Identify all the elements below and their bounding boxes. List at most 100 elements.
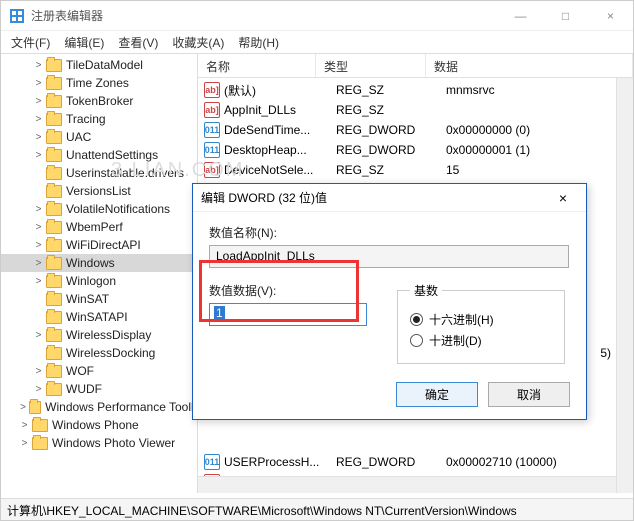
- tree-label: UAC: [66, 130, 91, 144]
- tree-item[interactable]: WinSATAPI: [1, 308, 197, 326]
- expand-icon[interactable]: >: [33, 258, 44, 269]
- tree-item[interactable]: >WOF: [1, 362, 197, 380]
- tree-item[interactable]: >WiFiDirectAPI: [1, 236, 197, 254]
- col-data[interactable]: 数据: [426, 54, 633, 77]
- maximize-button[interactable]: □: [543, 1, 588, 31]
- expand-icon[interactable]: >: [33, 276, 44, 287]
- tree-item[interactable]: >Windows Photo Viewer: [1, 434, 197, 452]
- expand-icon[interactable]: >: [33, 78, 44, 89]
- value-name: DeviceNotSele...: [224, 163, 336, 177]
- list-row[interactable]: ab]AppInit_DLLsREG_SZ: [198, 100, 633, 120]
- value-type-icon: 011: [204, 122, 220, 138]
- value-data-input[interactable]: 1: [209, 303, 367, 326]
- value-type-icon: 011: [204, 454, 220, 470]
- tree-item[interactable]: >UnattendSettings: [1, 146, 197, 164]
- expand-icon[interactable]: >: [33, 132, 44, 143]
- tree-label: Userinstallable.drivers: [66, 166, 184, 180]
- tree-item[interactable]: >WUDF: [1, 380, 197, 398]
- expand-icon[interactable]: [33, 186, 44, 197]
- edit-dword-dialog: 编辑 DWORD (32 位)值 × 数值名称(N): LoadAppInit_…: [192, 183, 587, 420]
- tree-item[interactable]: >Windows Phone: [1, 416, 197, 434]
- tree-item[interactable]: >Tracing: [1, 110, 197, 128]
- expand-icon[interactable]: >: [33, 384, 44, 395]
- menu-file[interactable]: 文件(F): [5, 32, 56, 53]
- tree-item[interactable]: > UAC: [1, 128, 197, 146]
- expand-icon[interactable]: >: [33, 366, 44, 377]
- expand-icon[interactable]: [33, 312, 44, 323]
- tree-item[interactable]: VersionsList: [1, 182, 197, 200]
- value-type-icon: ab]: [204, 82, 220, 98]
- tree-item[interactable]: >TokenBroker: [1, 92, 197, 110]
- expand-icon[interactable]: [33, 168, 44, 179]
- tree-item[interactable]: WinSAT: [1, 290, 197, 308]
- value-name-field[interactable]: LoadAppInit_DLLs: [209, 245, 569, 268]
- folder-icon: [46, 77, 62, 90]
- base-legend: 基数: [410, 282, 442, 299]
- ok-button[interactable]: 确定: [396, 382, 478, 407]
- expand-icon[interactable]: >: [33, 150, 44, 161]
- cancel-button[interactable]: 取消: [488, 382, 570, 407]
- expand-icon[interactable]: >: [33, 240, 44, 251]
- expand-icon[interactable]: >: [33, 204, 44, 215]
- folder-icon: [32, 437, 48, 450]
- tree-item[interactable]: >Windows: [1, 254, 197, 272]
- tree-item[interactable]: > Winlogon: [1, 272, 197, 290]
- radio-dec[interactable]: 十进制(D): [410, 332, 552, 349]
- radio-hex[interactable]: 十六进制(H): [410, 311, 552, 328]
- value-data: mnmsrvc: [446, 83, 633, 97]
- value-data: 0x00002710 (10000): [446, 455, 633, 469]
- expand-icon[interactable]: [33, 348, 44, 359]
- value-type: REG_SZ: [336, 163, 446, 177]
- tree-item[interactable]: >TileDataModel: [1, 56, 197, 74]
- folder-icon: [46, 167, 62, 180]
- partial-row-data: 5): [600, 346, 611, 360]
- minimize-button[interactable]: —: [498, 1, 543, 31]
- folder-icon: [46, 221, 62, 234]
- expand-icon[interactable]: >: [33, 60, 44, 71]
- dialog-titlebar[interactable]: 编辑 DWORD (32 位)值 ×: [193, 184, 586, 212]
- list-row[interactable]: ab]DeviceNotSele...REG_SZ15: [198, 160, 633, 180]
- dialog-close-button[interactable]: ×: [548, 190, 578, 206]
- list-row[interactable]: 011DdeSendTime...REG_DWORD0x00000000 (0): [198, 120, 633, 140]
- value-type: REG_SZ: [336, 103, 446, 117]
- expand-icon[interactable]: >: [19, 420, 30, 431]
- vertical-scrollbar[interactable]: [616, 78, 633, 493]
- registry-tree[interactable]: >TileDataModel>Time Zones>TokenBroker>Tr…: [1, 54, 198, 493]
- value-type-icon: ab]: [204, 102, 220, 118]
- tree-item[interactable]: >Time Zones: [1, 74, 197, 92]
- menu-help[interactable]: 帮助(H): [232, 32, 285, 53]
- list-row[interactable]: ab](默认)REG_SZmnmsrvc: [198, 80, 633, 100]
- value-data: 15: [446, 163, 633, 177]
- menu-favorites[interactable]: 收藏夹(A): [166, 32, 230, 53]
- col-name[interactable]: 名称: [198, 54, 316, 77]
- tree-item[interactable]: >Windows Performance Toolk: [1, 398, 197, 416]
- expand-icon[interactable]: >: [33, 96, 44, 107]
- value-type: REG_SZ: [336, 83, 446, 97]
- menu-edit[interactable]: 编辑(E): [58, 32, 110, 53]
- folder-icon: [46, 149, 62, 162]
- close-button[interactable]: ×: [588, 1, 633, 31]
- expand-icon[interactable]: >: [33, 114, 44, 125]
- value-type: REG_DWORD: [336, 455, 446, 469]
- tree-item[interactable]: >WbemPerf: [1, 218, 197, 236]
- menu-view[interactable]: 查看(V): [112, 32, 164, 53]
- col-type[interactable]: 类型: [316, 54, 426, 77]
- tree-item[interactable]: >VolatileNotifications: [1, 200, 197, 218]
- expand-icon[interactable]: >: [19, 402, 27, 413]
- folder-icon: [46, 239, 62, 252]
- value-data-label: 数值数据(V):: [209, 282, 367, 299]
- tree-label: Winlogon: [66, 274, 116, 288]
- value-name: DdeSendTime...: [224, 123, 336, 137]
- folder-icon: [46, 383, 62, 396]
- expand-icon[interactable]: >: [33, 222, 44, 233]
- tree-item[interactable]: >WirelessDisplay: [1, 326, 197, 344]
- folder-icon: [32, 419, 48, 432]
- expand-icon[interactable]: >: [33, 330, 44, 341]
- list-row[interactable]: 011DesktopHeap...REG_DWORD0x00000001 (1): [198, 140, 633, 160]
- horizontal-scrollbar[interactable]: [198, 476, 616, 493]
- list-row[interactable]: 011USERProcessH...REG_DWORD0x00002710 (1…: [198, 452, 633, 472]
- tree-item[interactable]: WirelessDocking: [1, 344, 197, 362]
- tree-item[interactable]: Userinstallable.drivers: [1, 164, 197, 182]
- expand-icon[interactable]: >: [19, 438, 30, 449]
- expand-icon[interactable]: [33, 294, 44, 305]
